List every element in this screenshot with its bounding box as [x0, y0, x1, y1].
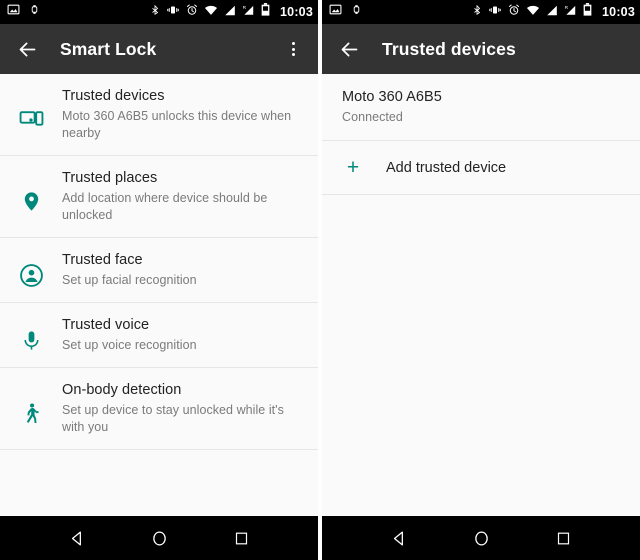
overflow-dot: [291, 53, 295, 56]
vibrate-icon: [488, 3, 502, 21]
left-phone-screen: R 10:03 Smart Lock Trusted devices Moto …: [0, 0, 318, 560]
status-bar-left: R 10:03: [0, 0, 318, 24]
back-arrow-icon[interactable]: [336, 36, 362, 62]
back-triangle-icon[interactable]: [379, 518, 419, 558]
recents-square-icon[interactable]: [221, 518, 261, 558]
location-pin-icon: [0, 169, 62, 224]
devices-icon: [0, 87, 62, 142]
add-trusted-device-button[interactable]: + Add trusted device: [322, 141, 640, 195]
bluetooth-icon: [472, 3, 482, 22]
wifi-icon: [526, 3, 540, 21]
roaming-signal-icon: R: [564, 3, 577, 21]
list-item-text: Trusted places Add location where device…: [62, 169, 304, 224]
watch-icon: [29, 3, 40, 21]
right-phone-screen: R 10:03 Trusted devices Moto 360 A6B5 Co…: [322, 0, 640, 560]
toolbar-left: Smart Lock: [0, 24, 318, 74]
overflow-menu-icon[interactable]: [280, 36, 306, 62]
svg-text:R: R: [565, 5, 569, 11]
status-bar-system-icons: R 10:03: [150, 3, 313, 22]
add-trusted-device-label: Add trusted device: [386, 159, 507, 176]
list-item-trusted-face[interactable]: Trusted face Set up facial recognition: [0, 238, 318, 303]
overflow-dot: [291, 42, 295, 45]
status-bar-clock: 10:03: [602, 5, 635, 19]
microphone-icon: [0, 316, 62, 354]
list-item-trusted-voice[interactable]: Trusted voice Set up voice recognition: [0, 303, 318, 368]
list-item-subtitle: Set up device to stay unlocked while it'…: [62, 403, 284, 434]
screenshot-icon: [329, 3, 342, 21]
overflow-dot: [291, 47, 295, 51]
list-item-text: Trusted voice Set up voice recognition: [62, 316, 304, 354]
trusted-devices-list: Moto 360 A6B5 Connected + Add trusted de…: [322, 74, 640, 516]
list-item-trusted-devices[interactable]: Trusted devices Moto 360 A6B5 unlocks th…: [0, 74, 318, 156]
list-item-subtitle: Add location where device should be unlo…: [62, 191, 268, 222]
status-bar-system-icons: R 10:03: [472, 3, 635, 22]
toolbar-right: Trusted devices: [322, 24, 640, 74]
list-item-title: On-body detection: [62, 382, 182, 398]
navigation-bar-left: [0, 516, 318, 560]
walking-person-icon: [0, 381, 62, 436]
list-item-text: Trusted devices Moto 360 A6B5 unlocks th…: [62, 87, 304, 142]
list-item-title: Trusted places: [62, 170, 158, 186]
vibrate-icon: [166, 3, 180, 21]
list-item-text: On-body detection Set up device to stay …: [62, 381, 304, 436]
list-item-subtitle: Moto 360 A6B5 unlocks this device when n…: [62, 109, 292, 140]
watch-icon: [351, 3, 362, 21]
battery-icon: [261, 3, 270, 21]
list-item-title: Trusted voice: [62, 317, 150, 333]
list-item-moto-360[interactable]: Moto 360 A6B5 Connected: [322, 74, 640, 141]
back-triangle-icon[interactable]: [57, 518, 97, 558]
status-bar-right: R 10:03: [322, 0, 640, 24]
alarm-icon: [186, 3, 198, 21]
alarm-icon: [508, 3, 520, 21]
plus-icon: +: [346, 156, 360, 179]
roaming-signal-icon: R: [242, 3, 255, 21]
list-item-subtitle: Set up facial recognition: [62, 273, 197, 287]
list-item-on-body-detection[interactable]: On-body detection Set up device to stay …: [0, 368, 318, 450]
dual-screenshot-container: R 10:03 Smart Lock Trusted devices Moto …: [0, 0, 640, 560]
device-status: Connected: [342, 110, 403, 124]
smart-lock-settings-list: Trusted devices Moto 360 A6B5 unlocks th…: [0, 74, 318, 516]
list-item-subtitle: Set up voice recognition: [62, 338, 197, 352]
list-item-text: Trusted face Set up facial recognition: [62, 251, 304, 289]
bluetooth-icon: [150, 3, 160, 22]
status-bar-notification-icons: [329, 3, 362, 21]
list-item-trusted-places[interactable]: Trusted places Add location where device…: [0, 156, 318, 238]
account-circle-icon: [0, 251, 62, 289]
page-title: Smart Lock: [60, 38, 157, 59]
status-bar-notification-icons: [7, 3, 40, 21]
svg-text:R: R: [243, 5, 247, 11]
wifi-icon: [204, 3, 218, 21]
home-circle-icon[interactable]: [461, 518, 501, 558]
screenshot-icon: [7, 3, 20, 21]
list-item-title: Trusted face: [62, 252, 143, 268]
back-arrow-icon[interactable]: [14, 36, 40, 62]
list-item-text: Moto 360 A6B5 Connected: [342, 88, 626, 126]
status-bar-clock: 10:03: [280, 5, 313, 19]
list-item-title: Trusted devices: [62, 88, 165, 104]
navigation-bar-right: [322, 516, 640, 560]
battery-icon: [583, 3, 592, 21]
signal-icon: [546, 3, 558, 21]
signal-icon: [224, 3, 236, 21]
device-name: Moto 360 A6B5: [342, 89, 442, 105]
page-title: Trusted devices: [382, 38, 516, 59]
recents-square-icon[interactable]: [543, 518, 583, 558]
home-circle-icon[interactable]: [139, 518, 179, 558]
